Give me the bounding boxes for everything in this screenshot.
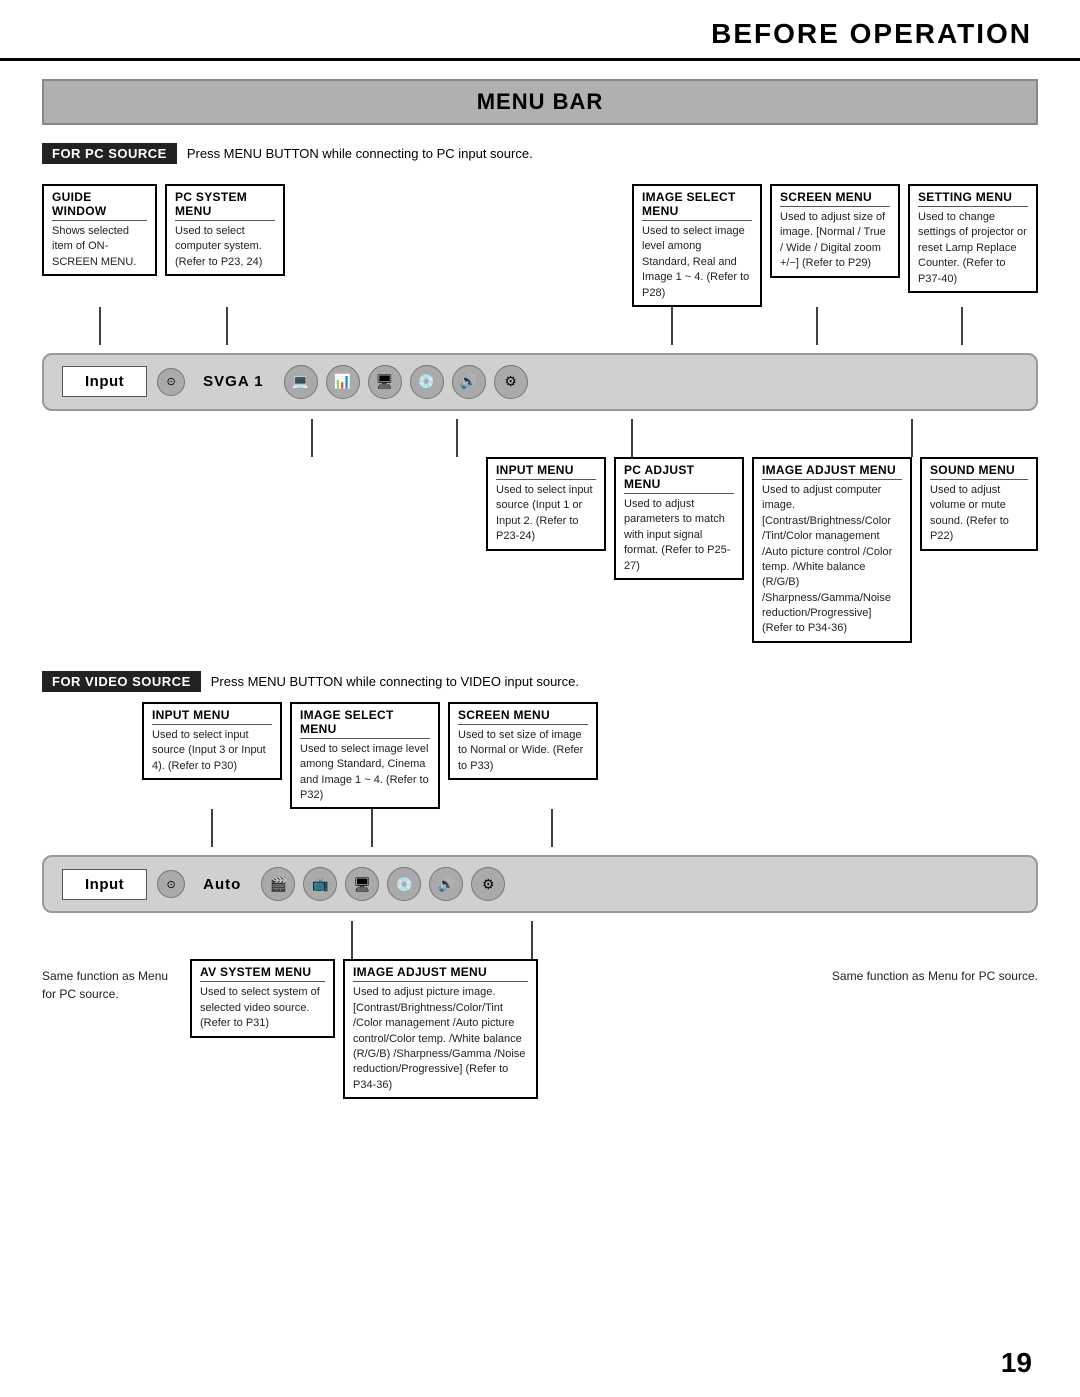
page-header: BEFORE OPERATION <box>0 0 1080 61</box>
av-system-menu-title: AV SYSTEM MENU <box>200 965 325 982</box>
main-content: MENU BAR FOR PC SOURCE Press MENU BUTTON… <box>0 61 1080 1129</box>
menu-bar-title-box: MENU BAR <box>42 79 1038 125</box>
pc-input-button[interactable]: Input <box>62 366 147 397</box>
pc-connector-icon: ⊙ <box>157 368 185 396</box>
pc-icon-screen: 🖥 <box>368 365 402 399</box>
same-function-right: Same function as Menu for PC source. <box>546 959 1038 985</box>
pc-source-desc: Press MENU BUTTON while connecting to PC… <box>187 146 533 161</box>
pc-adjust-menu-text: Used to adjust parameters to match with … <box>624 498 730 572</box>
video-icon-speaker: 🔊 <box>429 867 463 901</box>
page-number: 19 <box>1001 1347 1032 1379</box>
guide-window-title: GUIDE WINDOW <box>52 190 147 221</box>
pc-top-connectors <box>42 307 1038 345</box>
setting-menu-block: SETTING MENU Used to change settings of … <box>908 184 1038 293</box>
video-bottom-connectors <box>42 921 1038 959</box>
image-adjust-menu-video-title: IMAGE ADJUST MENU <box>353 965 528 982</box>
input-menu-video-block: INPUT MENU Used to select input source (… <box>142 702 282 780</box>
input-menu-video-title: INPUT MENU <box>152 708 272 725</box>
video-top-connectors <box>42 809 1038 847</box>
input-menu-video-text: Used to select input source (Input 3 or … <box>152 729 266 772</box>
video-menu-icons-row: 🎬 📺 🖥 💿 🔊 ⚙ <box>261 867 505 901</box>
video-input-button[interactable]: Input <box>62 869 147 900</box>
pc-icon-bar: 📊 <box>326 365 360 399</box>
pc-system-menu-title: PC SYSTEM MENU <box>175 190 275 221</box>
video-source-label: FOR VIDEO SOURCE <box>42 671 201 692</box>
image-select-menu-video-block: IMAGE SELECT MENU Used to select image l… <box>290 702 440 810</box>
sound-menu-pc-title: SOUND MENU <box>930 463 1028 480</box>
pc-source-section-row: FOR PC SOURCE Press MENU BUTTON while co… <box>42 143 1038 164</box>
video-icon-2: 📺 <box>303 867 337 901</box>
video-source-section: INPUT MENU Used to select input source (… <box>42 702 1038 1099</box>
video-connector-icon: ⊙ <box>157 870 185 898</box>
video-icon-gear: ⚙ <box>471 867 505 901</box>
pc-icon-laptop: 💻 <box>284 365 318 399</box>
pc-system-menu-block: PC SYSTEM MENU Used to select computer s… <box>165 184 285 276</box>
input-menu-pc-block: INPUT MENU Used to select input source (… <box>486 457 606 551</box>
image-adjust-menu-pc-text: Used to adjust computer image. [Contrast… <box>762 484 892 635</box>
image-adjust-menu-video-block: IMAGE ADJUST MENU Used to adjust picture… <box>343 959 538 1099</box>
video-projector-bar: Input ⊙ Auto 🎬 📺 🖥 💿 🔊 ⚙ <box>42 855 1038 913</box>
image-adjust-menu-pc-title: IMAGE ADJUST MENU <box>762 463 902 480</box>
screen-menu-pc-text: Used to adjust size of image. [Normal / … <box>780 211 886 269</box>
video-source-section-row: FOR VIDEO SOURCE Press MENU BUTTON while… <box>42 671 1038 692</box>
input-menu-pc-title: INPUT MENU <box>496 463 596 480</box>
image-adjust-menu-video-text: Used to adjust picture image. [Contrast/… <box>353 986 525 1090</box>
image-select-menu-video-title: IMAGE SELECT MENU <box>300 708 430 739</box>
sound-menu-pc-block: SOUND MENU Used to adjust volume or mute… <box>920 457 1038 551</box>
pc-icon-gear: ⚙ <box>494 365 528 399</box>
screen-menu-video-block: SCREEN MENU Used to set size of image to… <box>448 702 598 780</box>
sound-menu-pc-text: Used to adjust volume or mute sound. (Re… <box>930 484 1009 542</box>
pc-source-section: GUIDE WINDOW Shows selected item of ON-S… <box>42 174 1038 643</box>
pc-icon-speaker: 🔊 <box>452 365 486 399</box>
same-function-left: Same function as Menu for PC source. <box>42 959 182 1003</box>
pc-menu-icons-row: 💻 📊 🖥 💿 🔊 ⚙ <box>284 365 528 399</box>
guide-window-text: Shows selected item of ON-SCREEN MENU. <box>52 225 136 268</box>
image-select-menu-pc-block: IMAGE SELECT MENU Used to select image l… <box>632 184 762 307</box>
pc-system-menu-text: Used to select computer system. (Refer t… <box>175 225 262 268</box>
page-title: BEFORE OPERATION <box>48 18 1032 50</box>
video-signal-label: Auto <box>203 876 241 893</box>
pc-adjust-menu-title: PC ADJUST MENU <box>624 463 734 494</box>
input-menu-pc-text: Used to select input source (Input 1 or … <box>496 484 593 542</box>
pc-adjust-menu-block: PC ADJUST MENU Used to adjust parameters… <box>614 457 744 580</box>
screen-menu-pc-block: SCREEN MENU Used to adjust size of image… <box>770 184 900 278</box>
image-select-menu-video-text: Used to select image level among Standar… <box>300 743 429 801</box>
screen-menu-video-text: Used to set size of image to Normal or W… <box>458 729 583 772</box>
image-adjust-menu-pc-block: IMAGE ADJUST MENU Used to adjust compute… <box>752 457 912 643</box>
pc-signal-label: SVGA 1 <box>203 373 263 390</box>
pc-projector-bar: Input ⊙ SVGA 1 💻 📊 🖥 💿 🔊 ⚙ <box>42 353 1038 411</box>
av-system-menu-text: Used to select system of selected video … <box>200 986 320 1029</box>
video-icon-1: 🎬 <box>261 867 295 901</box>
video-source-desc: Press MENU BUTTON while connecting to VI… <box>211 674 579 689</box>
video-icon-screen: 🖥 <box>345 867 379 901</box>
screen-menu-video-title: SCREEN MENU <box>458 708 588 725</box>
pc-source-label: FOR PC SOURCE <box>42 143 177 164</box>
menu-bar-heading: MENU BAR <box>44 89 1036 115</box>
screen-menu-pc-title: SCREEN MENU <box>780 190 890 207</box>
pc-bottom-connectors <box>42 419 1038 457</box>
video-icon-disk: 💿 <box>387 867 421 901</box>
setting-menu-text: Used to change settings of projector or … <box>918 211 1027 285</box>
av-system-menu-block: AV SYSTEM MENU Used to select system of … <box>190 959 335 1037</box>
pc-icon-disk: 💿 <box>410 365 444 399</box>
image-select-menu-pc-text: Used to select image level among Standar… <box>642 225 749 299</box>
guide-window-block: GUIDE WINDOW Shows selected item of ON-S… <box>42 184 157 276</box>
image-select-menu-pc-title: IMAGE SELECT MENU <box>642 190 752 221</box>
setting-menu-title: SETTING MENU <box>918 190 1028 207</box>
